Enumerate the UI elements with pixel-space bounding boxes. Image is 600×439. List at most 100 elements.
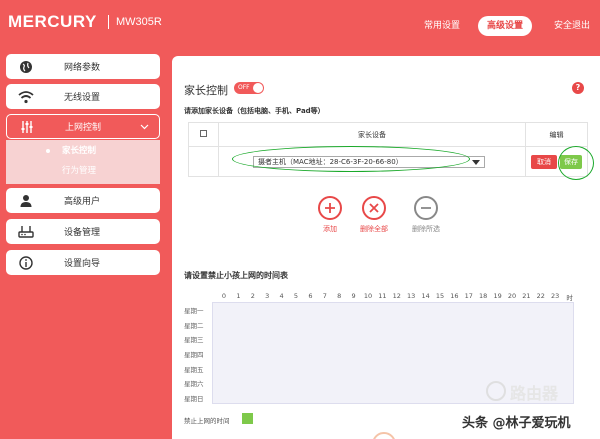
sidebar-item-advanced-user[interactable]: 高级用户: [6, 188, 160, 213]
hour-label: 13: [407, 292, 416, 300]
sidebar-item-label: 设置向导: [64, 259, 101, 269]
hour-label: 10: [363, 292, 373, 300]
hour-label: 4: [279, 292, 284, 300]
table-header-row: 家长设备 编辑: [188, 122, 588, 147]
cancel-button[interactable]: 取消: [531, 154, 557, 169]
hour-label: 19: [493, 292, 502, 300]
hour-label: 1: [236, 292, 241, 300]
hour-label: 12: [392, 292, 401, 300]
access-control-submenu: 家长控制 行为管理: [6, 140, 160, 184]
row-checkbox-cell: [188, 146, 219, 177]
hour-label: 9: [351, 292, 356, 300]
delete-all-label: 删除全部: [360, 225, 388, 233]
router-icon: [12, 225, 40, 239]
save-button[interactable]: 保存: [560, 154, 582, 169]
legend-swatch: [242, 413, 253, 424]
device-select-value: 摄者主机（MAC地址：28-C6-3F-20-66-80）: [258, 157, 403, 166]
select-all-checkbox[interactable]: [200, 130, 207, 137]
info-icon: [12, 255, 40, 270]
hour-label: 2: [250, 292, 255, 300]
delete-selected-action[interactable]: 删除所选: [412, 196, 440, 234]
hour-label: 22: [536, 292, 545, 300]
day-label: 星期日: [184, 395, 204, 404]
device-select[interactable]: 摄者主机（MAC地址：28-C6-3F-20-66-80）: [253, 155, 485, 168]
submenu-item-behavior-management[interactable]: 行为管理: [62, 164, 96, 176]
delete-selected-label: 删除所选: [412, 225, 440, 233]
edit-cell: 取消 保存: [525, 146, 588, 177]
toggle-label: OFF: [238, 84, 250, 91]
hour-label: 23: [551, 292, 560, 300]
partial-ring-icon: [372, 432, 396, 439]
watermark-logo-icon: [486, 381, 506, 401]
hour-label: 17: [464, 292, 473, 300]
plus-icon: [318, 196, 342, 220]
logo-divider: [108, 15, 109, 29]
parent-device-table: 家长设备 编辑 摄者主机（MAC地址：28-C6-3F-20-66-80） 取消…: [188, 122, 588, 177]
sidebar-item-network[interactable]: 网络参数: [6, 54, 160, 79]
sidebar-item-label: 上网控制: [65, 123, 102, 133]
parental-control-toggle[interactable]: OFF: [234, 82, 264, 94]
sidebar-item-setup-wizard[interactable]: 设置向导: [6, 250, 160, 275]
day-label: 星期四: [184, 351, 204, 360]
page-title: 家长控制: [184, 84, 228, 97]
help-icon[interactable]: ?: [572, 82, 584, 94]
hour-label: 15: [435, 292, 445, 300]
table-row: 摄者主机（MAC地址：28-C6-3F-20-66-80） 取消 保存: [188, 146, 588, 177]
toggle-knob: [253, 83, 263, 93]
top-bar: MERCURY MW305R 常用设置 高级设置 安全退出: [0, 0, 600, 50]
sidebar-item-access-control[interactable]: 上网控制: [6, 114, 160, 139]
day-label: 星期二: [184, 321, 204, 330]
schedule-legend: 禁止上网的时间: [184, 417, 230, 425]
sliders-icon: [13, 120, 41, 134]
hour-label: 14: [421, 292, 430, 300]
sidebar-item-device-management[interactable]: 设备管理: [6, 219, 160, 244]
sidebar-item-label: 网络参数: [64, 63, 101, 73]
hour-label: 21: [522, 292, 531, 300]
dropdown-arrow-icon: [472, 159, 480, 165]
delete-all-action[interactable]: 删除全部: [360, 196, 388, 234]
hour-label: 3: [265, 292, 270, 300]
hour-label: 0: [221, 292, 227, 300]
select-all-cell: [188, 122, 219, 147]
column-header-device: 家长设备: [218, 122, 526, 147]
day-label: 星期一: [184, 307, 204, 315]
nav-advanced-settings[interactable]: 高级设置: [478, 16, 532, 36]
add-button-label: 添加: [323, 225, 337, 233]
day-labels: 星期一星期二星期三星期四星期五星期六星期日: [184, 304, 204, 407]
hour-labels: 0 1 2 3 4 5 6 7 8 9 10 11 12 13 14 15 16 17 18 19 20 21 22 23 时: [221, 292, 574, 302]
day-label: 星期三: [184, 336, 204, 345]
sidebar-item-wireless[interactable]: 无线设置: [6, 84, 160, 109]
hour-label: 时: [566, 294, 573, 302]
chevron-down-icon: [140, 123, 149, 132]
schedule-title: 请设置禁止小孩上网的时间表: [184, 271, 288, 280]
model-name: MW305R: [116, 16, 162, 28]
wifi-icon: [12, 90, 40, 104]
day-label: 星期六: [184, 380, 204, 389]
cross-icon: [362, 196, 386, 220]
nav-logout[interactable]: 安全退出: [550, 16, 594, 36]
column-header-edit: 编辑: [525, 122, 588, 147]
globe-icon: [12, 60, 40, 74]
sidebar-item-label: 无线设置: [64, 93, 101, 103]
watermark-logo-text: 路由器: [510, 384, 559, 403]
submenu-item-parental-control[interactable]: 家长控制: [62, 144, 96, 156]
active-dot-icon: [46, 149, 50, 153]
hour-label: 8: [337, 292, 342, 300]
minus-icon: [414, 196, 438, 220]
hour-label: 16: [450, 292, 459, 300]
hour-label: 20: [507, 292, 517, 300]
day-label: 星期五: [184, 365, 204, 374]
hour-label: 18: [479, 292, 488, 300]
sidebar-item-label: 设备管理: [64, 228, 101, 238]
nav-basic-settings[interactable]: 常用设置: [418, 16, 466, 36]
add-device-hint: 请添加家长设备（包括电脑、手机、Pad等）: [184, 107, 325, 115]
hour-label: 5: [293, 292, 299, 300]
sidebar-item-label: 高级用户: [64, 197, 101, 207]
add-action[interactable]: 添加: [318, 196, 342, 234]
brand-logo: MERCURY: [8, 12, 97, 31]
user-icon: [12, 194, 40, 208]
watermark-credit: 头条 @林子爱玩机: [462, 416, 571, 431]
device-select-cell: 摄者主机（MAC地址：28-C6-3F-20-66-80）: [218, 146, 526, 177]
hour-label: 7: [322, 292, 327, 300]
hour-label: 6: [308, 292, 313, 300]
